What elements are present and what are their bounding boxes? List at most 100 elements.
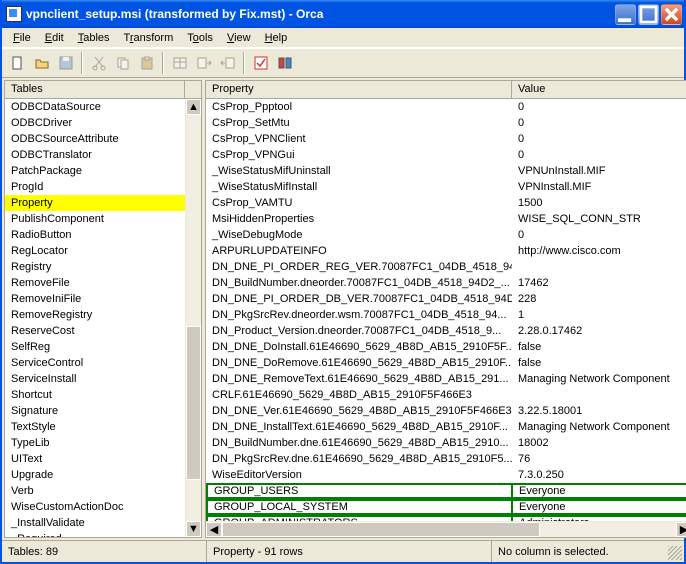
table-row[interactable]: RemoveFile — [5, 275, 185, 291]
table-row[interactable]: Registry — [5, 259, 185, 275]
table-name: ODBCDriver — [5, 116, 185, 130]
table-row[interactable]: Verb — [5, 483, 185, 499]
table-row[interactable]: TypeLib — [5, 435, 185, 451]
property-row[interactable]: DN_DNE_PI_ORDER_REG_VER.70087FC1_04DB_45… — [206, 259, 686, 275]
tool-extra-icon[interactable] — [273, 52, 296, 74]
cut-icon[interactable] — [87, 52, 110, 74]
menu-transform[interactable]: Transform — [117, 30, 181, 46]
table-row[interactable]: PublishComponent — [5, 211, 185, 227]
property-row[interactable]: DN_PkgSrcRev.dne.61E46690_5629_4B8D_AB15… — [206, 451, 686, 467]
table-row[interactable]: ODBCDriver — [5, 115, 185, 131]
property-row[interactable]: DN_Product_Version.dneorder.70087FC1_04D… — [206, 323, 686, 339]
property-value: 18002 — [512, 436, 686, 450]
property-value: 17462 — [512, 276, 686, 290]
table-name: TypeLib — [5, 436, 185, 450]
property-row[interactable]: _WiseDebugMode0 — [206, 227, 686, 243]
menu-tools[interactable]: Tools — [180, 30, 220, 46]
table-row[interactable]: WiseCustomActionDoc — [5, 499, 185, 515]
property-pane: Property Value CsProp_Ppptool0CsProp_Set… — [205, 80, 686, 538]
property-row[interactable]: CsProp_Ppptool0 — [206, 99, 686, 115]
table-row[interactable]: ServiceControl — [5, 355, 185, 371]
tables-col-header[interactable]: Tables — [5, 81, 185, 98]
window-title: vpnclient_setup.msi (transformed by Fix.… — [26, 7, 615, 21]
scroll-up-icon[interactable]: ▲ — [186, 99, 201, 115]
minimize-button[interactable] — [615, 4, 636, 25]
table-row[interactable]: ServiceInstall — [5, 371, 185, 387]
menu-tables[interactable]: Tables — [71, 30, 117, 46]
table-import-icon[interactable] — [216, 52, 239, 74]
table-row[interactable]: RemoveRegistry — [5, 307, 185, 323]
tables-scrollbar[interactable]: ▲ ▼ — [185, 99, 201, 537]
scroll-right-icon[interactable]: ▶ — [676, 522, 686, 537]
property-row[interactable]: DN_BuildNumber.dneorder.70087FC1_04DB_45… — [206, 275, 686, 291]
table-row[interactable]: _InstallValidate — [5, 515, 185, 531]
property-row[interactable]: DN_PkgSrcRev.dneorder.wsm.70087FC1_04DB_… — [206, 307, 686, 323]
table-name: TextStyle — [5, 420, 185, 434]
property-row[interactable]: DN_DNE_RemoveText.61E46690_5629_4B8D_AB1… — [206, 371, 686, 387]
table-row[interactable]: PatchPackage — [5, 163, 185, 179]
property-row[interactable]: CsProp_SetMtu0 — [206, 115, 686, 131]
maximize-button[interactable] — [638, 4, 659, 25]
table-row[interactable]: Upgrade — [5, 467, 185, 483]
table-row[interactable]: RegLocator — [5, 243, 185, 259]
property-name: DN_PkgSrcRev.dneorder.wsm.70087FC1_04DB_… — [206, 308, 512, 322]
property-name: DN_PkgSrcRev.dne.61E46690_5629_4B8D_AB15… — [206, 452, 512, 466]
table-row[interactable]: Property — [5, 195, 185, 211]
table-name: ProgId — [5, 180, 185, 194]
paste-icon[interactable] — [135, 52, 158, 74]
property-row[interactable]: DN_DNE_DoInstall.61E46690_5629_4B8D_AB15… — [206, 339, 686, 355]
property-row[interactable]: MsiHiddenPropertiesWISE_SQL_CONN_STR — [206, 211, 686, 227]
table-row[interactable]: SelfReg — [5, 339, 185, 355]
property-col-header[interactable]: Property — [206, 81, 512, 98]
property-row[interactable]: DN_DNE_Ver.61E46690_5629_4B8D_AB15_2910F… — [206, 403, 686, 419]
new-icon[interactable] — [6, 52, 29, 74]
table-row[interactable]: Signature — [5, 403, 185, 419]
table-row[interactable]: _Required — [5, 531, 185, 537]
table-row[interactable]: ODBCTranslator — [5, 147, 185, 163]
property-row[interactable]: CsProp_VPNClient0 — [206, 131, 686, 147]
property-row[interactable]: DN_BuildNumber.dne.61E46690_5629_4B8D_AB… — [206, 435, 686, 451]
property-row[interactable]: CsProp_VPNGui0 — [206, 147, 686, 163]
table-row[interactable]: Shortcut — [5, 387, 185, 403]
close-button[interactable] — [661, 4, 682, 25]
scroll-left-icon[interactable]: ◀ — [206, 522, 222, 537]
value-col-header[interactable]: Value — [512, 81, 686, 98]
copy-icon[interactable] — [111, 52, 134, 74]
table-name: RemoveRegistry — [5, 308, 185, 322]
validate-icon[interactable] — [249, 52, 272, 74]
property-list[interactable]: CsProp_Ppptool0CsProp_SetMtu0CsProp_VPNC… — [206, 99, 686, 537]
menu-file[interactable]: File — [6, 30, 38, 46]
table-export-icon[interactable] — [192, 52, 215, 74]
table-row[interactable]: RemoveIniFile — [5, 291, 185, 307]
property-row[interactable]: CRLF.61E46690_5629_4B8D_AB15_2910F5F466E… — [206, 387, 686, 403]
property-row[interactable]: CsProp_VAMTU1500 — [206, 195, 686, 211]
table-row[interactable]: ReserveCost — [5, 323, 185, 339]
save-icon[interactable] — [54, 52, 77, 74]
property-row[interactable]: DN_DNE_PI_ORDER_DB_VER.70087FC1_04DB_451… — [206, 291, 686, 307]
property-name: DN_DNE_PI_ORDER_REG_VER.70087FC1_04DB_45… — [206, 260, 512, 274]
table-row[interactable]: UIText — [5, 451, 185, 467]
scroll-down-icon[interactable]: ▼ — [186, 521, 201, 537]
property-hscrollbar[interactable]: ◀ ▶ — [206, 521, 686, 537]
menu-edit[interactable]: Edit — [38, 30, 71, 46]
table-row[interactable]: ODBCSourceAttribute — [5, 131, 185, 147]
property-row[interactable]: DN_DNE_DoRemove.61E46690_5629_4B8D_AB15_… — [206, 355, 686, 371]
menu-view[interactable]: View — [220, 30, 258, 46]
resize-grip-icon[interactable] — [668, 546, 682, 560]
menu-help[interactable]: Help — [258, 30, 295, 46]
table-row[interactable]: ODBCDataSource — [5, 99, 185, 115]
table-row[interactable]: ProgId — [5, 179, 185, 195]
property-row[interactable]: _WiseStatusMifInstallVPNInstall.MIF — [206, 179, 686, 195]
property-row[interactable]: GROUP_USERSEveryone — [206, 483, 686, 499]
property-row[interactable]: DN_DNE_InstallText.61E46690_5629_4B8D_AB… — [206, 419, 686, 435]
property-row[interactable]: GROUP_LOCAL_SYSTEMEveryone — [206, 499, 686, 515]
table-add-icon[interactable] — [168, 52, 191, 74]
tables-list[interactable]: ODBCDataSourceODBCDriverODBCSourceAttrib… — [5, 99, 201, 537]
property-value: 0 — [512, 148, 686, 162]
table-row[interactable]: TextStyle — [5, 419, 185, 435]
open-icon[interactable] — [30, 52, 53, 74]
table-row[interactable]: RadioButton — [5, 227, 185, 243]
property-row[interactable]: _WiseStatusMifUninstallVPNUnInstall.MIF — [206, 163, 686, 179]
property-row[interactable]: ARPURLUPDATEINFOhttp://www.cisco.com — [206, 243, 686, 259]
property-row[interactable]: WiseEditorVersion7.3.0.250 — [206, 467, 686, 483]
